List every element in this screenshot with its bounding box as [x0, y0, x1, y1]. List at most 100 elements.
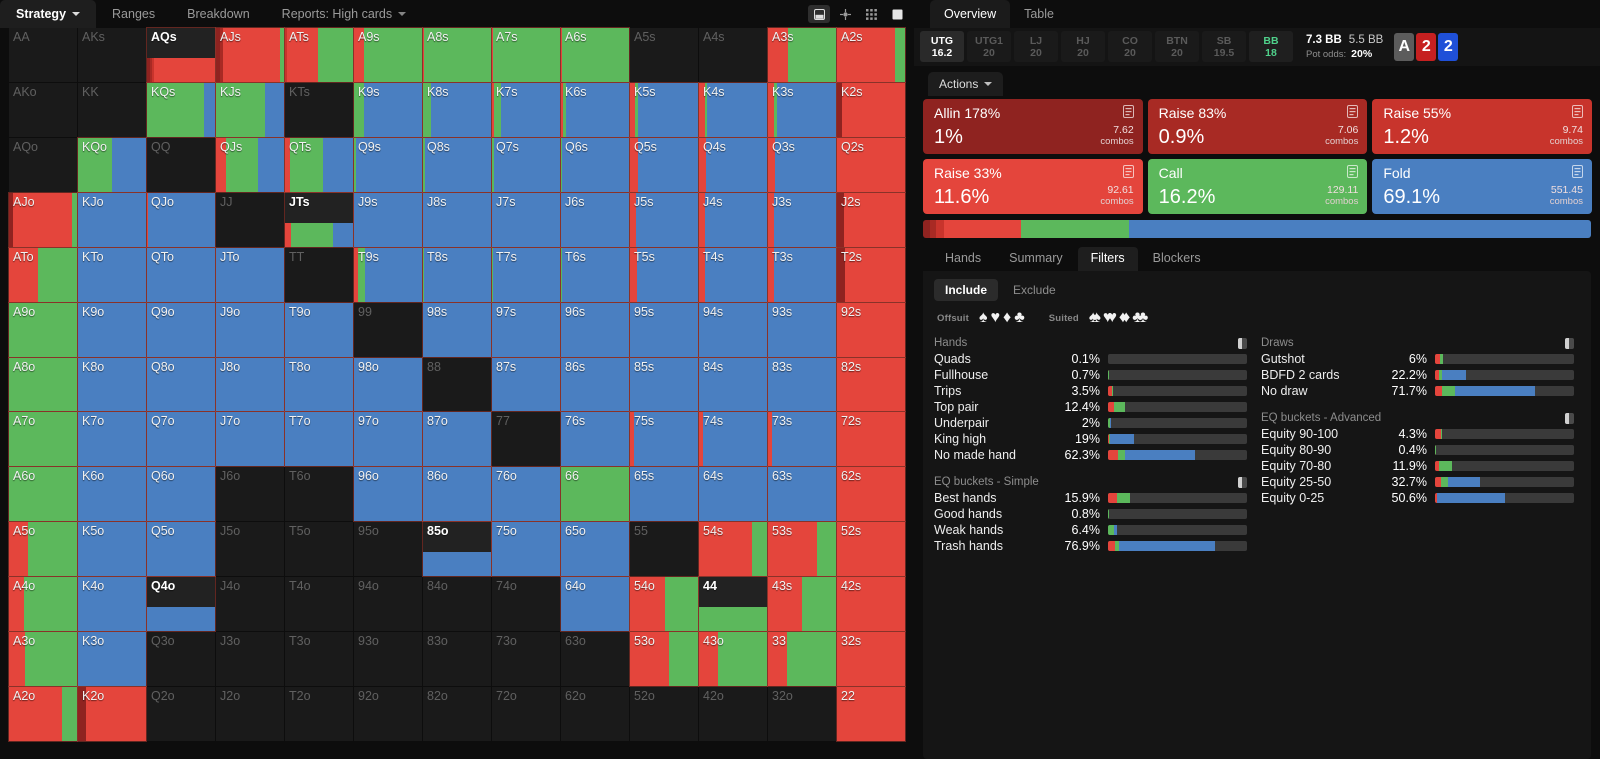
action-box-call[interactable]: Call 16.2% 129.11 combos [1147, 159, 1368, 214]
matrix-cell-83s[interactable]: 83s [767, 357, 837, 412]
matrix-cell-Q3o[interactable]: Q3o [147, 632, 215, 687]
matrix-cell-72o[interactable]: 72o [492, 687, 560, 741]
matrix-cell-92s[interactable]: 92s [836, 302, 906, 358]
matrix-cell-JTs[interactable]: JTs [284, 192, 354, 248]
matrix-cell-T5o[interactable]: T5o [285, 522, 353, 577]
matrix-cell-T4s[interactable]: T4s [698, 247, 768, 303]
position-lj[interactable]: LJ 20 [1014, 31, 1058, 62]
matrix-cell-T6o[interactable]: T6o [285, 467, 353, 522]
matrix-cell-K9o[interactable]: K9o [77, 302, 147, 358]
contrast-toggle-icon[interactable] [1238, 476, 1247, 488]
matrix-cell-Q5o[interactable]: Q5o [146, 521, 216, 577]
filter-tab-filters[interactable]: Filters [1077, 247, 1138, 271]
matrix-cell-AQs[interactable]: AQs [146, 27, 216, 83]
matrix-cell-J8s[interactable]: J8s [422, 192, 492, 248]
toolbar-tab-ranges[interactable]: Ranges [96, 0, 171, 28]
matrix-cell-54s[interactable]: 54s [698, 521, 768, 577]
matrix-cell-A9s[interactable]: A9s [353, 27, 423, 83]
matrix-cell-AKo[interactable]: AKo [9, 82, 77, 137]
matrix-cell-T4o[interactable]: T4o [285, 577, 353, 632]
matrix-cell-94s[interactable]: 94s [698, 302, 768, 358]
matrix-cell-K3s[interactable]: K3s [767, 82, 837, 138]
matrix-cell-J2s[interactable]: J2s [836, 192, 906, 248]
action-box-fold[interactable]: Fold 69.1% 551.45 combos [1372, 159, 1592, 214]
matrix-cell-K8o[interactable]: K8o [77, 357, 147, 412]
matrix-cell-A8o[interactable]: A8o [8, 357, 78, 412]
suited-club-icon[interactable]: ♣♣ [1132, 310, 1148, 326]
matrix-cell-J9s[interactable]: J9s [353, 192, 423, 248]
filter-tab-hands[interactable]: Hands [932, 247, 994, 271]
matrix-cell-AKs[interactable]: AKs [78, 28, 146, 82]
matrix-cell-Q4o[interactable]: Q4o [146, 576, 216, 632]
matrix-cell-82s[interactable]: 82s [836, 357, 906, 412]
matrix-cell-73o[interactable]: 73o [492, 632, 560, 687]
matrix-cell-QQ[interactable]: QQ [147, 137, 215, 192]
matrix-cell-J4o[interactable]: J4o [216, 577, 284, 632]
position-utg[interactable]: UTG 16.2 [920, 31, 964, 62]
matrix-cell-KJs[interactable]: KJs [215, 82, 285, 138]
contrast-toggle-icon[interactable] [1565, 337, 1574, 349]
matrix-cell-52o[interactable]: 52o [630, 687, 698, 741]
position-hj[interactable]: HJ 20 [1061, 31, 1105, 62]
offsuit-heart-icon[interactable]: ♥ [991, 310, 1001, 326]
matrix-cell-88[interactable]: 88 [423, 357, 491, 412]
matrix-cell-K2s[interactable]: K2s [836, 82, 906, 138]
matrix-cell-KK[interactable]: KK [78, 82, 146, 137]
matrix-cell-K4s[interactable]: K4s [698, 82, 768, 138]
board-icon[interactable] [886, 5, 908, 23]
matrix-cell-K7s[interactable]: K7s [491, 82, 561, 138]
matrix-cell-K7o[interactable]: K7o [77, 411, 147, 467]
toolbar-tab-breakdown[interactable]: Breakdown [171, 0, 266, 28]
matrix-cell-77[interactable]: 77 [492, 412, 560, 467]
matrix-cell-97s[interactable]: 97s [491, 302, 561, 358]
matrix-cell-75o[interactable]: 75o [491, 521, 561, 577]
matrix-cell-63s[interactable]: 63s [767, 466, 837, 522]
matrix-cell-76s[interactable]: 76s [560, 411, 630, 467]
matrix-cell-Q9o[interactable]: Q9o [146, 302, 216, 358]
panel-split-icon[interactable] [808, 5, 830, 23]
offsuit-spade-icon[interactable]: ♠ [979, 310, 988, 326]
action-box-raise-55-[interactable]: Raise 55% 1.2% 9.74 combos [1372, 99, 1592, 154]
actions-dropdown[interactable]: Actions [928, 72, 1004, 96]
matrix-cell-K6o[interactable]: K6o [77, 466, 147, 522]
matrix-cell-J5o[interactable]: J5o [216, 522, 284, 577]
matrix-cell-Q4s[interactable]: Q4s [698, 137, 768, 193]
matrix-cell-Q7o[interactable]: Q7o [146, 411, 216, 467]
matrix-cell-Q7s[interactable]: Q7s [491, 137, 561, 193]
matrix-cell-J8o[interactable]: J8o [215, 357, 285, 412]
note-icon[interactable] [1572, 105, 1583, 123]
matrix-cell-96s[interactable]: 96s [560, 302, 630, 358]
matrix-cell-A5s[interactable]: A5s [630, 28, 698, 82]
matrix-cell-95o[interactable]: 95o [354, 522, 422, 577]
toolbar-tab-strategy[interactable]: Strategy [0, 0, 97, 28]
position-sb[interactable]: SB 19.5 [1202, 31, 1246, 62]
matrix-cell-87o[interactable]: 87o [422, 411, 492, 467]
matrix-cell-82o[interactable]: 82o [423, 687, 491, 741]
node-graph-icon[interactable] [834, 5, 856, 23]
matrix-cell-J9o[interactable]: J9o [215, 302, 285, 358]
matrix-cell-85s[interactable]: 85s [629, 357, 699, 412]
matrix-cell-43o[interactable]: 43o [698, 631, 768, 687]
matrix-cell-A9o[interactable]: A9o [8, 302, 78, 358]
matrix-cell-63o[interactable]: 63o [561, 632, 629, 687]
matrix-cell-32s[interactable]: 32s [836, 631, 906, 687]
matrix-cell-A2o[interactable]: A2o [8, 686, 78, 742]
matrix-cell-T6s[interactable]: T6s [560, 247, 630, 303]
matrix-cell-KTs[interactable]: KTs [285, 82, 353, 137]
note-icon[interactable] [1347, 165, 1359, 183]
matrix-cell-K6s[interactable]: K6s [560, 82, 630, 138]
matrix-cell-A6s[interactable]: A6s [560, 27, 630, 83]
matrix-cell-J5s[interactable]: J5s [629, 192, 699, 248]
matrix-cell-A4o[interactable]: A4o [8, 576, 78, 632]
suited-diamond-icon[interactable]: ♦♦ [1119, 310, 1131, 326]
matrix-cell-T7o[interactable]: T7o [284, 411, 354, 467]
matrix-cell-99[interactable]: 99 [354, 302, 422, 357]
matrix-cell-T3s[interactable]: T3s [767, 247, 837, 303]
matrix-cell-T2o[interactable]: T2o [285, 687, 353, 741]
matrix-cell-97o[interactable]: 97o [353, 411, 423, 467]
matrix-cell-K4o[interactable]: K4o [77, 576, 147, 632]
matrix-cell-62o[interactable]: 62o [561, 687, 629, 741]
matrix-cell-J2o[interactable]: J2o [216, 687, 284, 741]
matrix-cell-43s[interactable]: 43s [767, 576, 837, 632]
matrix-cell-ATo[interactable]: ATo [8, 247, 78, 303]
